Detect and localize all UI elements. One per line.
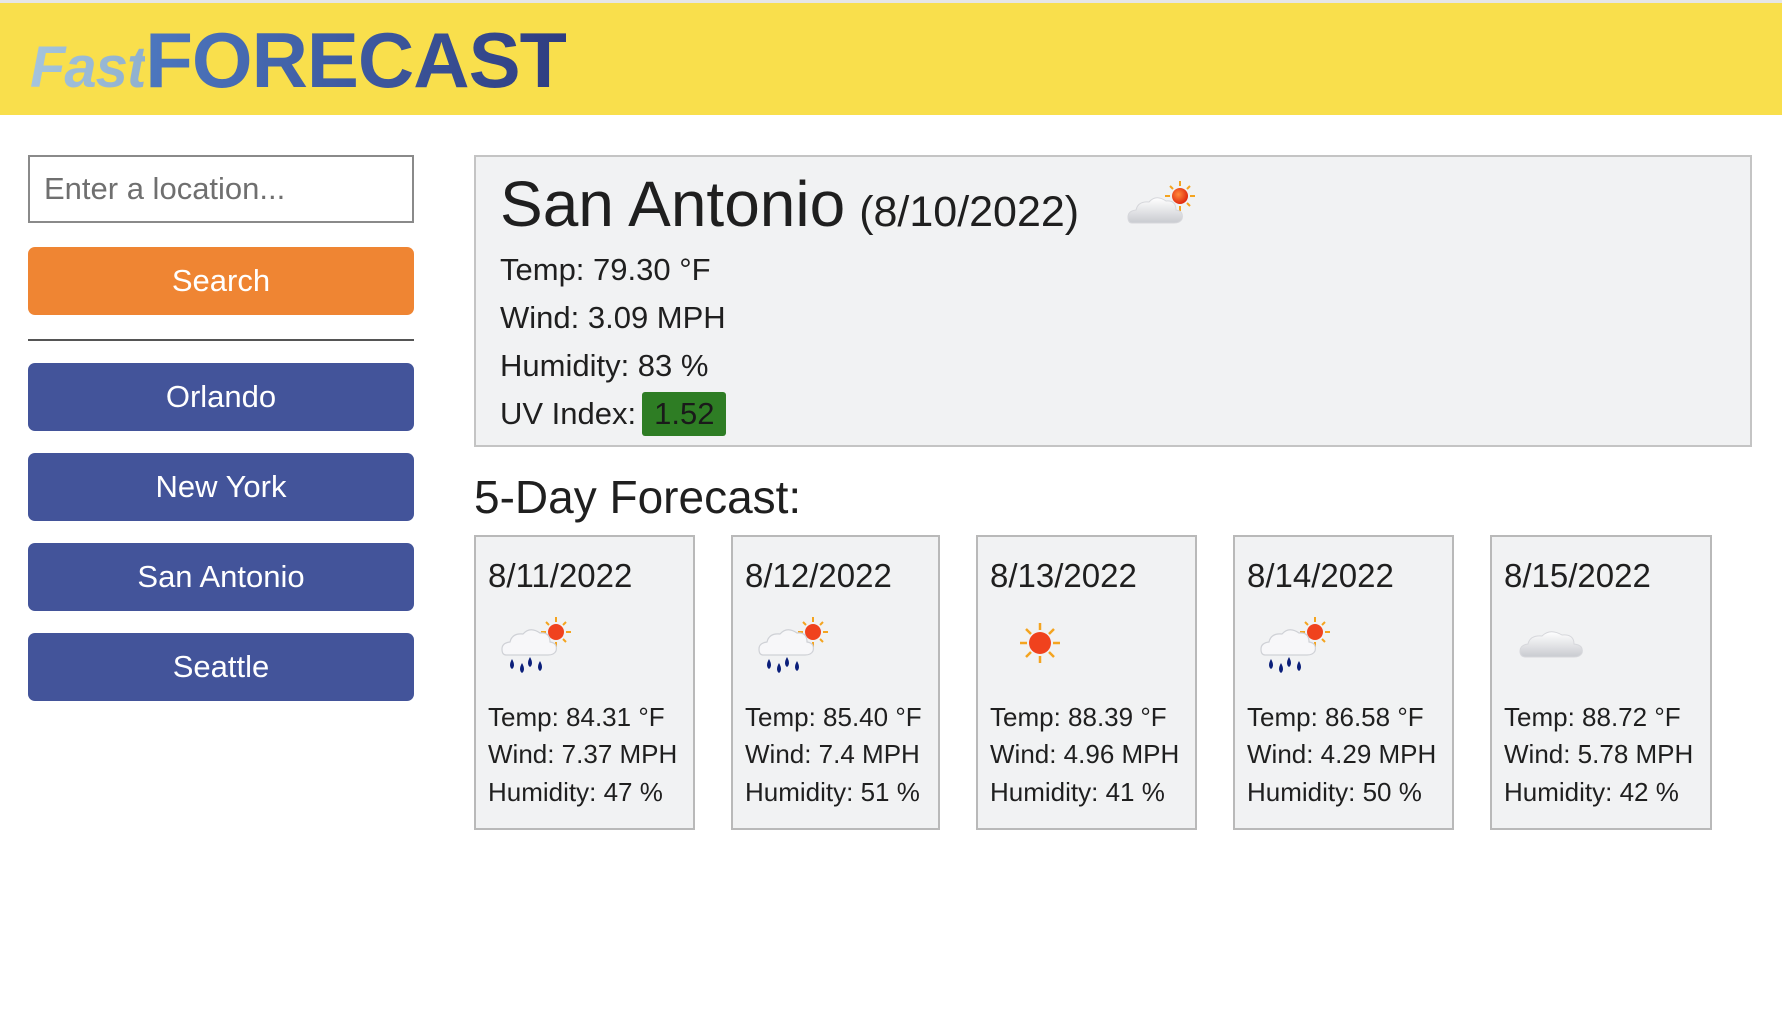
forecast-temp: Temp: 88.39 °F [990,702,1167,732]
sun-icon [1020,623,1060,663]
forecast-temp: Temp: 86.58 °F [1247,702,1424,732]
current-wind: Wind: 3.09 MPH [500,300,726,335]
forecast-date: 8/11/2022 [488,557,633,594]
forecast-date: 8/14/2022 [1247,557,1394,594]
rain-sun-icon [758,617,828,673]
app-header: FastFORECAST [0,3,1782,115]
cloud-icon [1519,631,1583,658]
sidebar-divider [28,339,414,341]
current-uv-row: UV Index: 1.52 [500,392,727,436]
forecast-card: 8/15/2022 Temp: 88.72 °F Wind: 5.78 MPH … [1490,535,1712,830]
forecast-humidity: Humidity: 41 % [990,777,1165,807]
logo-fast-text: Fast [30,35,146,100]
history-button-san-antonio[interactable]: San Antonio [28,543,414,611]
current-weather-panel: San Antonio (8/10/2022) Temp: 79.30 °F Wi… [474,155,1752,447]
five-day-forecast-title: 5-Day Forecast: [474,471,802,523]
rain-sun-icon [501,617,571,673]
few-clouds-icon [1127,181,1195,224]
search-button[interactable]: Search [28,247,414,315]
forecast-temp: Temp: 85.40 °F [745,702,922,732]
forecast-humidity: Humidity: 51 % [745,777,920,807]
history-button-seattle[interactable]: Seattle [28,633,414,701]
current-humidity: Humidity: 83 % [500,348,709,383]
forecast-wind: Wind: 7.4 MPH [745,739,920,769]
uv-index-badge: 1.52 [642,392,727,436]
forecast-humidity: Humidity: 50 % [1247,777,1422,807]
forecast-card: 8/14/2022 Temp: 86.58 °F Wind: 4.29 MPH … [1233,535,1454,830]
forecast-wind: Wind: 4.96 MPH [990,739,1180,769]
history-button-new-york[interactable]: New York [28,453,414,521]
forecast-date: 8/12/2022 [745,557,892,594]
uv-index-label: UV Index: [500,396,637,431]
current-weather-title: San Antonio (8/10/2022) [500,167,1079,241]
current-date: (8/10/2022) [859,188,1080,236]
forecast-wind: Wind: 4.29 MPH [1247,739,1437,769]
forecast-humidity: Humidity: 47 % [488,777,663,807]
rain-sun-icon [1260,617,1330,673]
forecast-wind: Wind: 5.78 MPH [1504,739,1694,769]
forecast-humidity: Humidity: 42 % [1504,777,1679,807]
forecast-date: 8/13/2022 [990,557,1137,594]
forecast-card: 8/12/2022 Temp: 85.40 °F Wind: 7.4 MPH H… [731,535,940,830]
app-logo: FastFORECAST [30,15,567,106]
current-temp: Temp: 79.30 °F [500,252,711,287]
history-button-orlando[interactable]: Orlando [28,363,414,431]
forecast-temp: Temp: 84.31 °F [488,702,665,732]
forecast-wind: Wind: 7.37 MPH [488,739,678,769]
forecast-card: 8/11/2022 Temp: 84.31 °F Wind: 7.37 MPH … [474,535,695,830]
location-search-input[interactable] [28,155,414,223]
logo-forecast-text: FORECAST [145,16,567,104]
forecast-date: 8/15/2022 [1504,557,1651,594]
current-city-name: San Antonio [500,168,846,240]
sidebar: Search Orlando New York San Antonio Seat… [28,155,414,701]
forecast-temp: Temp: 88.72 °F [1504,702,1681,732]
forecast-card: 8/13/2022 Temp: 88.39 °F Wind: 4.96 MPH … [976,535,1197,830]
